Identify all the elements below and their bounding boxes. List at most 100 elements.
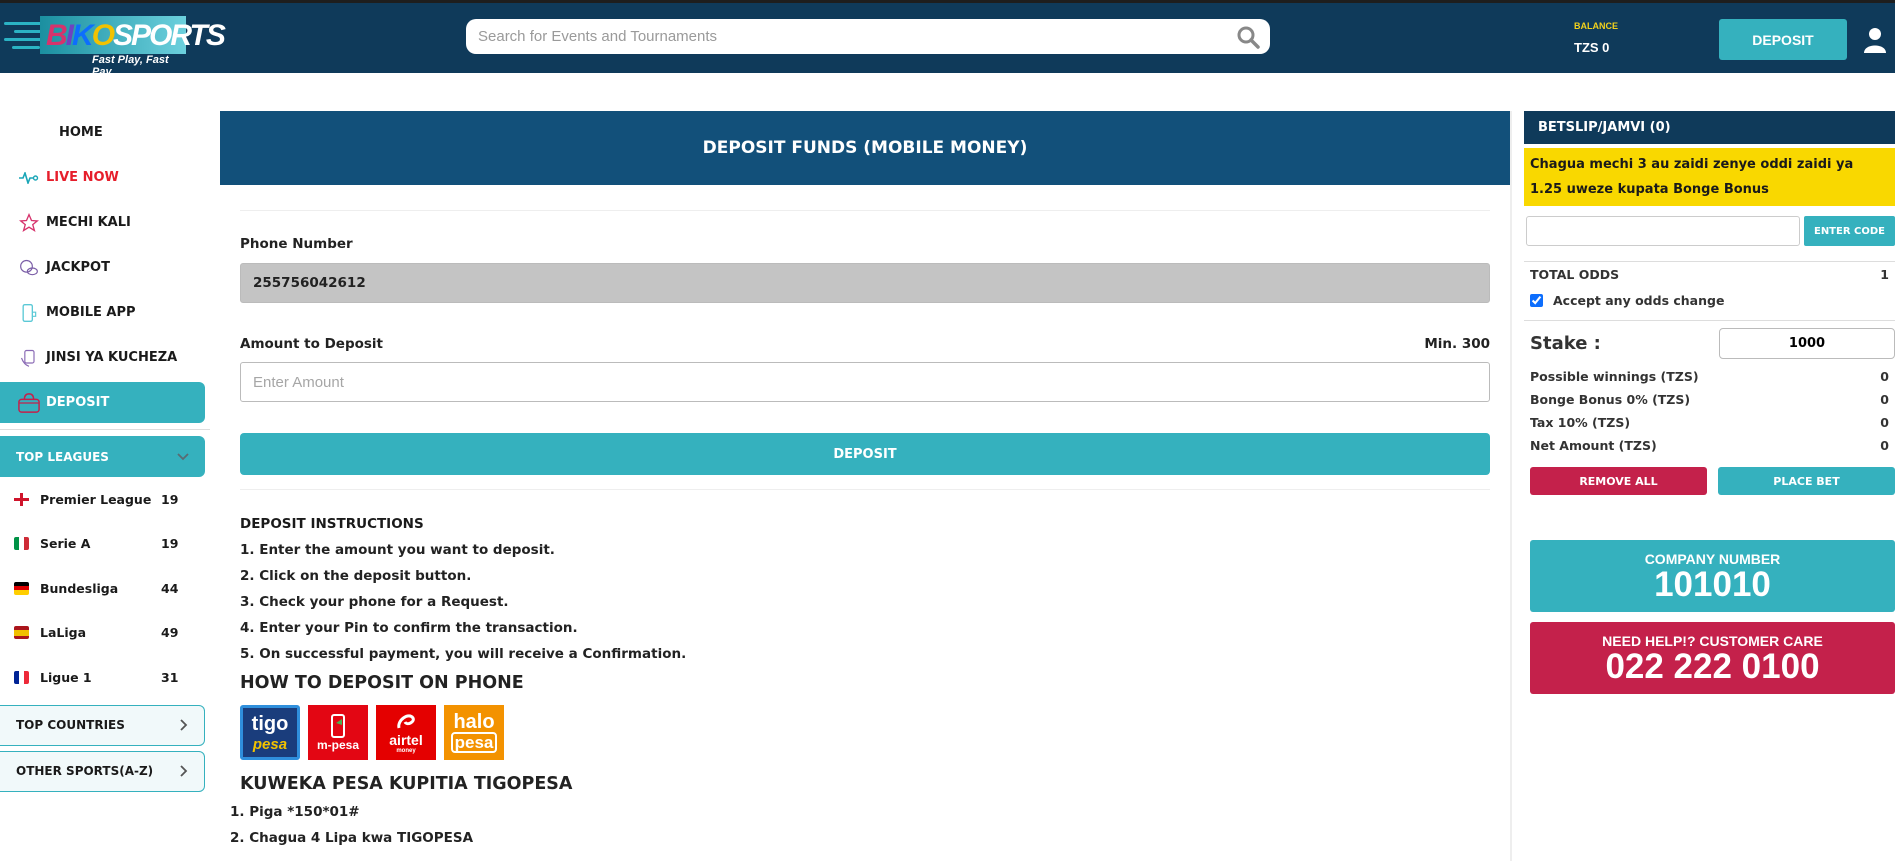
amount-label: Amount to Deposit <box>240 336 384 352</box>
stake-label: Stake : <box>1530 332 1601 354</box>
company-number-label: COMPANY NUMBER <box>1644 551 1781 567</box>
summary-row: Tax 10% (TZS) 0 <box>1524 411 1895 434</box>
deposit-button[interactable]: DEPOSIT <box>240 433 1490 475</box>
user-icon[interactable] <box>1863 27 1887 53</box>
airtel-swirl-icon <box>397 713 415 728</box>
sidebar-item-mechi-kali[interactable]: MECHI KALI <box>0 200 210 245</box>
germany-flag-icon <box>14 581 29 595</box>
top-leagues-toggle[interactable]: TOP LEAGUES <box>0 436 205 477</box>
instructions-title: DEPOSIT INSTRUCTIONS <box>240 516 424 532</box>
france-flag-icon <box>14 670 29 684</box>
instruction-step: 5. On successful payment, you will recei… <box>240 646 687 662</box>
league-item-premier-league[interactable]: Premier League 19 <box>0 477 210 522</box>
logo-letter: K <box>72 19 94 52</box>
phone-icon <box>18 302 40 324</box>
sidebar-item-label: LIVE NOW <box>46 170 119 185</box>
deposit-instructions: DEPOSIT INSTRUCTIONS 1. Enter the amount… <box>230 516 1490 846</box>
league-item-laliga[interactable]: LaLiga 49 <box>0 611 210 656</box>
balance-display: BALANCE TZS 0 <box>1574 21 1618 55</box>
summary-value: 0 <box>1880 415 1889 430</box>
logo-letter: O <box>91 19 115 52</box>
league-count: 49 <box>161 625 179 641</box>
mpesa-phone-icon <box>331 713 345 738</box>
sidebar-item-deposit[interactable]: DEPOSIT <box>0 382 205 423</box>
logo-speed-line <box>12 46 40 49</box>
logo-tagline: Fast Play, Fast Pay <box>92 54 169 78</box>
deposit-form: Phone Number 255756042612 Amount to Depo… <box>220 210 1510 846</box>
customer-care-number[interactable]: 022 222 0100 <box>1530 649 1895 685</box>
enter-code-button[interactable]: ENTER CODE <box>1804 216 1895 246</box>
summary-label: Tax 10% (TZS) <box>1530 415 1631 430</box>
amount-input[interactable] <box>240 362 1490 402</box>
provider-title: KUWEKA PESA KUPITIA TIGOPESA <box>240 774 573 794</box>
provider-logo-text: money <box>396 747 416 754</box>
betslip: BETSLIP/JAMVI (0) Chagua mechi 3 au zaid… <box>1524 111 1895 694</box>
league-name: Serie A <box>40 536 91 552</box>
search-icon[interactable] <box>1236 25 1260 49</box>
league-count: 19 <box>161 491 179 507</box>
basket-icon <box>18 392 40 414</box>
sidebar-item-label: JACKPOT <box>46 260 110 275</box>
instruction-step: 2. Click on the deposit button. <box>240 568 472 584</box>
provider-logos: tigo pesa m-pesa airtel money halo pesa <box>240 705 1490 760</box>
sidebar-item-label: MOBILE APP <box>46 305 136 320</box>
stake-input[interactable] <box>1719 327 1895 359</box>
summary-label: Possible winnings (TZS) <box>1530 369 1699 384</box>
company-number-value: 101010 <box>1654 565 1771 604</box>
top-leagues-label: TOP LEAGUES <box>16 449 109 464</box>
header-deposit-button[interactable]: DEPOSIT <box>1719 19 1847 60</box>
balls-icon <box>18 257 40 279</box>
instruction-step: 1. Enter the amount you want to deposit. <box>240 542 555 558</box>
provider-tigopesa[interactable]: tigo pesa <box>240 705 300 760</box>
search-bar <box>466 19 1270 54</box>
provider-logo-text: m-pesa <box>316 737 360 752</box>
company-number-box: COMPANY NUMBER 101010 <box>1530 540 1895 612</box>
summary-row: Net Amount (TZS) 0 <box>1524 434 1895 457</box>
league-count: 19 <box>161 536 179 552</box>
league-name: Bundesliga <box>40 580 119 596</box>
bikosports-logo[interactable]: BIKOSPORTS Fast Play, Fast Pay <box>4 16 226 78</box>
remove-all-button[interactable]: REMOVE ALL <box>1530 467 1707 495</box>
sidebar-item-label: MECHI KALI <box>46 215 131 230</box>
league-item-serie-a[interactable]: Serie A 19 <box>0 522 210 567</box>
league-item-bundesliga[interactable]: Bundesliga 44 <box>0 566 210 611</box>
search-input[interactable] <box>478 19 1218 54</box>
instruction-step: 4. Enter your Pin to confirm the transac… <box>240 620 578 636</box>
provider-mpesa[interactable]: m-pesa <box>308 705 368 760</box>
england-flag-icon <box>14 492 29 506</box>
provider-airtel-money[interactable]: airtel money <box>376 705 436 760</box>
league-name: Premier League <box>40 491 152 507</box>
total-odds-row: TOTAL ODDS 1 <box>1524 262 1895 286</box>
betslip-title: BETSLIP/JAMVI (0) <box>1524 111 1895 144</box>
provider-logo-text: tigo <box>251 712 289 735</box>
logo-letter: SPORTS <box>113 19 226 52</box>
other-sports-toggle[interactable]: OTHER SPORTS(A-Z) <box>0 750 205 792</box>
summary-row: Bonge Bonus 0% (TZS) 0 <box>1524 388 1895 411</box>
provider-logo-text: pesa <box>450 732 498 753</box>
sidebar-item-home[interactable]: HOME <box>0 110 210 155</box>
sidebar-item-jackpot[interactable]: JACKPOT <box>0 245 210 290</box>
divider <box>0 429 210 430</box>
logo-wordmark: BIKOSPORTS <box>46 19 226 53</box>
sidebar-item-label: DEPOSIT <box>46 395 110 410</box>
accept-odds-checkbox[interactable] <box>1530 293 1543 307</box>
booking-code-input[interactable] <box>1526 216 1800 246</box>
sidebar-item-jinsi-ya-kucheza[interactable]: JINSI YA KUCHEZA <box>0 335 210 380</box>
league-item-ligue-1[interactable]: Ligue 1 31 <box>0 655 210 700</box>
chevron-right-icon <box>180 765 188 777</box>
instruction-step: 3. Check your phone for a Request. <box>240 594 509 610</box>
page-title: DEPOSIT FUNDS (MOBILE MONEY) <box>220 111 1510 185</box>
customer-care-box: NEED HELP!? CUSTOMER CARE 022 222 0100 <box>1530 622 1895 694</box>
sidebar-item-live-now[interactable]: LIVE NOW <box>0 155 210 200</box>
top-countries-toggle[interactable]: TOP COUNTRIES <box>0 704 205 746</box>
sidebar-item-mobile-app[interactable]: MOBILE APP <box>0 290 210 335</box>
provider-halopesa[interactable]: halo pesa <box>444 705 504 760</box>
place-bet-button[interactable]: PLACE BET <box>1718 467 1895 495</box>
summary-value: 0 <box>1880 438 1889 453</box>
spain-flag-icon <box>14 626 29 640</box>
bonus-promo: Chagua mechi 3 au zaidi zenye oddi zaidi… <box>1524 148 1895 206</box>
accept-odds-change[interactable]: Accept any odds change <box>1524 286 1895 314</box>
pulse-icon <box>18 167 40 189</box>
guide-icon <box>18 347 40 369</box>
balance-value: TZS 0 <box>1574 40 1610 55</box>
